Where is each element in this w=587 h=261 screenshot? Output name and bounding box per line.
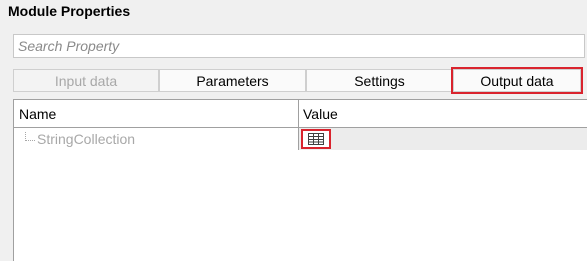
grid-row[interactable]: StringCollection: [14, 128, 587, 150]
tab-parameters[interactable]: Parameters: [159, 69, 306, 92]
search-box[interactable]: [13, 34, 585, 58]
module-properties-panel: Module Properties Input data Parameters …: [0, 0, 587, 261]
tab-input-data[interactable]: Input data: [13, 69, 159, 92]
grid-header: Name Value: [14, 100, 587, 127]
tab-settings[interactable]: Settings: [306, 69, 453, 92]
tab-output-data-label: Output data: [480, 72, 554, 89]
column-header-name[interactable]: Name: [14, 100, 299, 127]
column-header-value[interactable]: Value: [299, 100, 587, 127]
tab-input-data-label: Input data: [54, 72, 118, 89]
table-grid-button[interactable]: [301, 129, 331, 149]
search-property-input[interactable]: [14, 35, 584, 57]
row-name-label: StringCollection: [37, 131, 136, 147]
tab-parameters-label: Parameters: [196, 72, 269, 89]
row-value-cell[interactable]: [299, 128, 587, 150]
tab-output-data[interactable]: Output data: [451, 67, 583, 94]
tab-settings-label: Settings: [354, 72, 405, 89]
property-grid: Name Value StringCollection: [13, 99, 587, 261]
row-name-cell[interactable]: StringCollection: [14, 128, 299, 150]
tree-connector-icon: [25, 131, 35, 141]
table-grid-icon: [308, 133, 324, 145]
panel-title: Module Properties: [8, 3, 131, 19]
